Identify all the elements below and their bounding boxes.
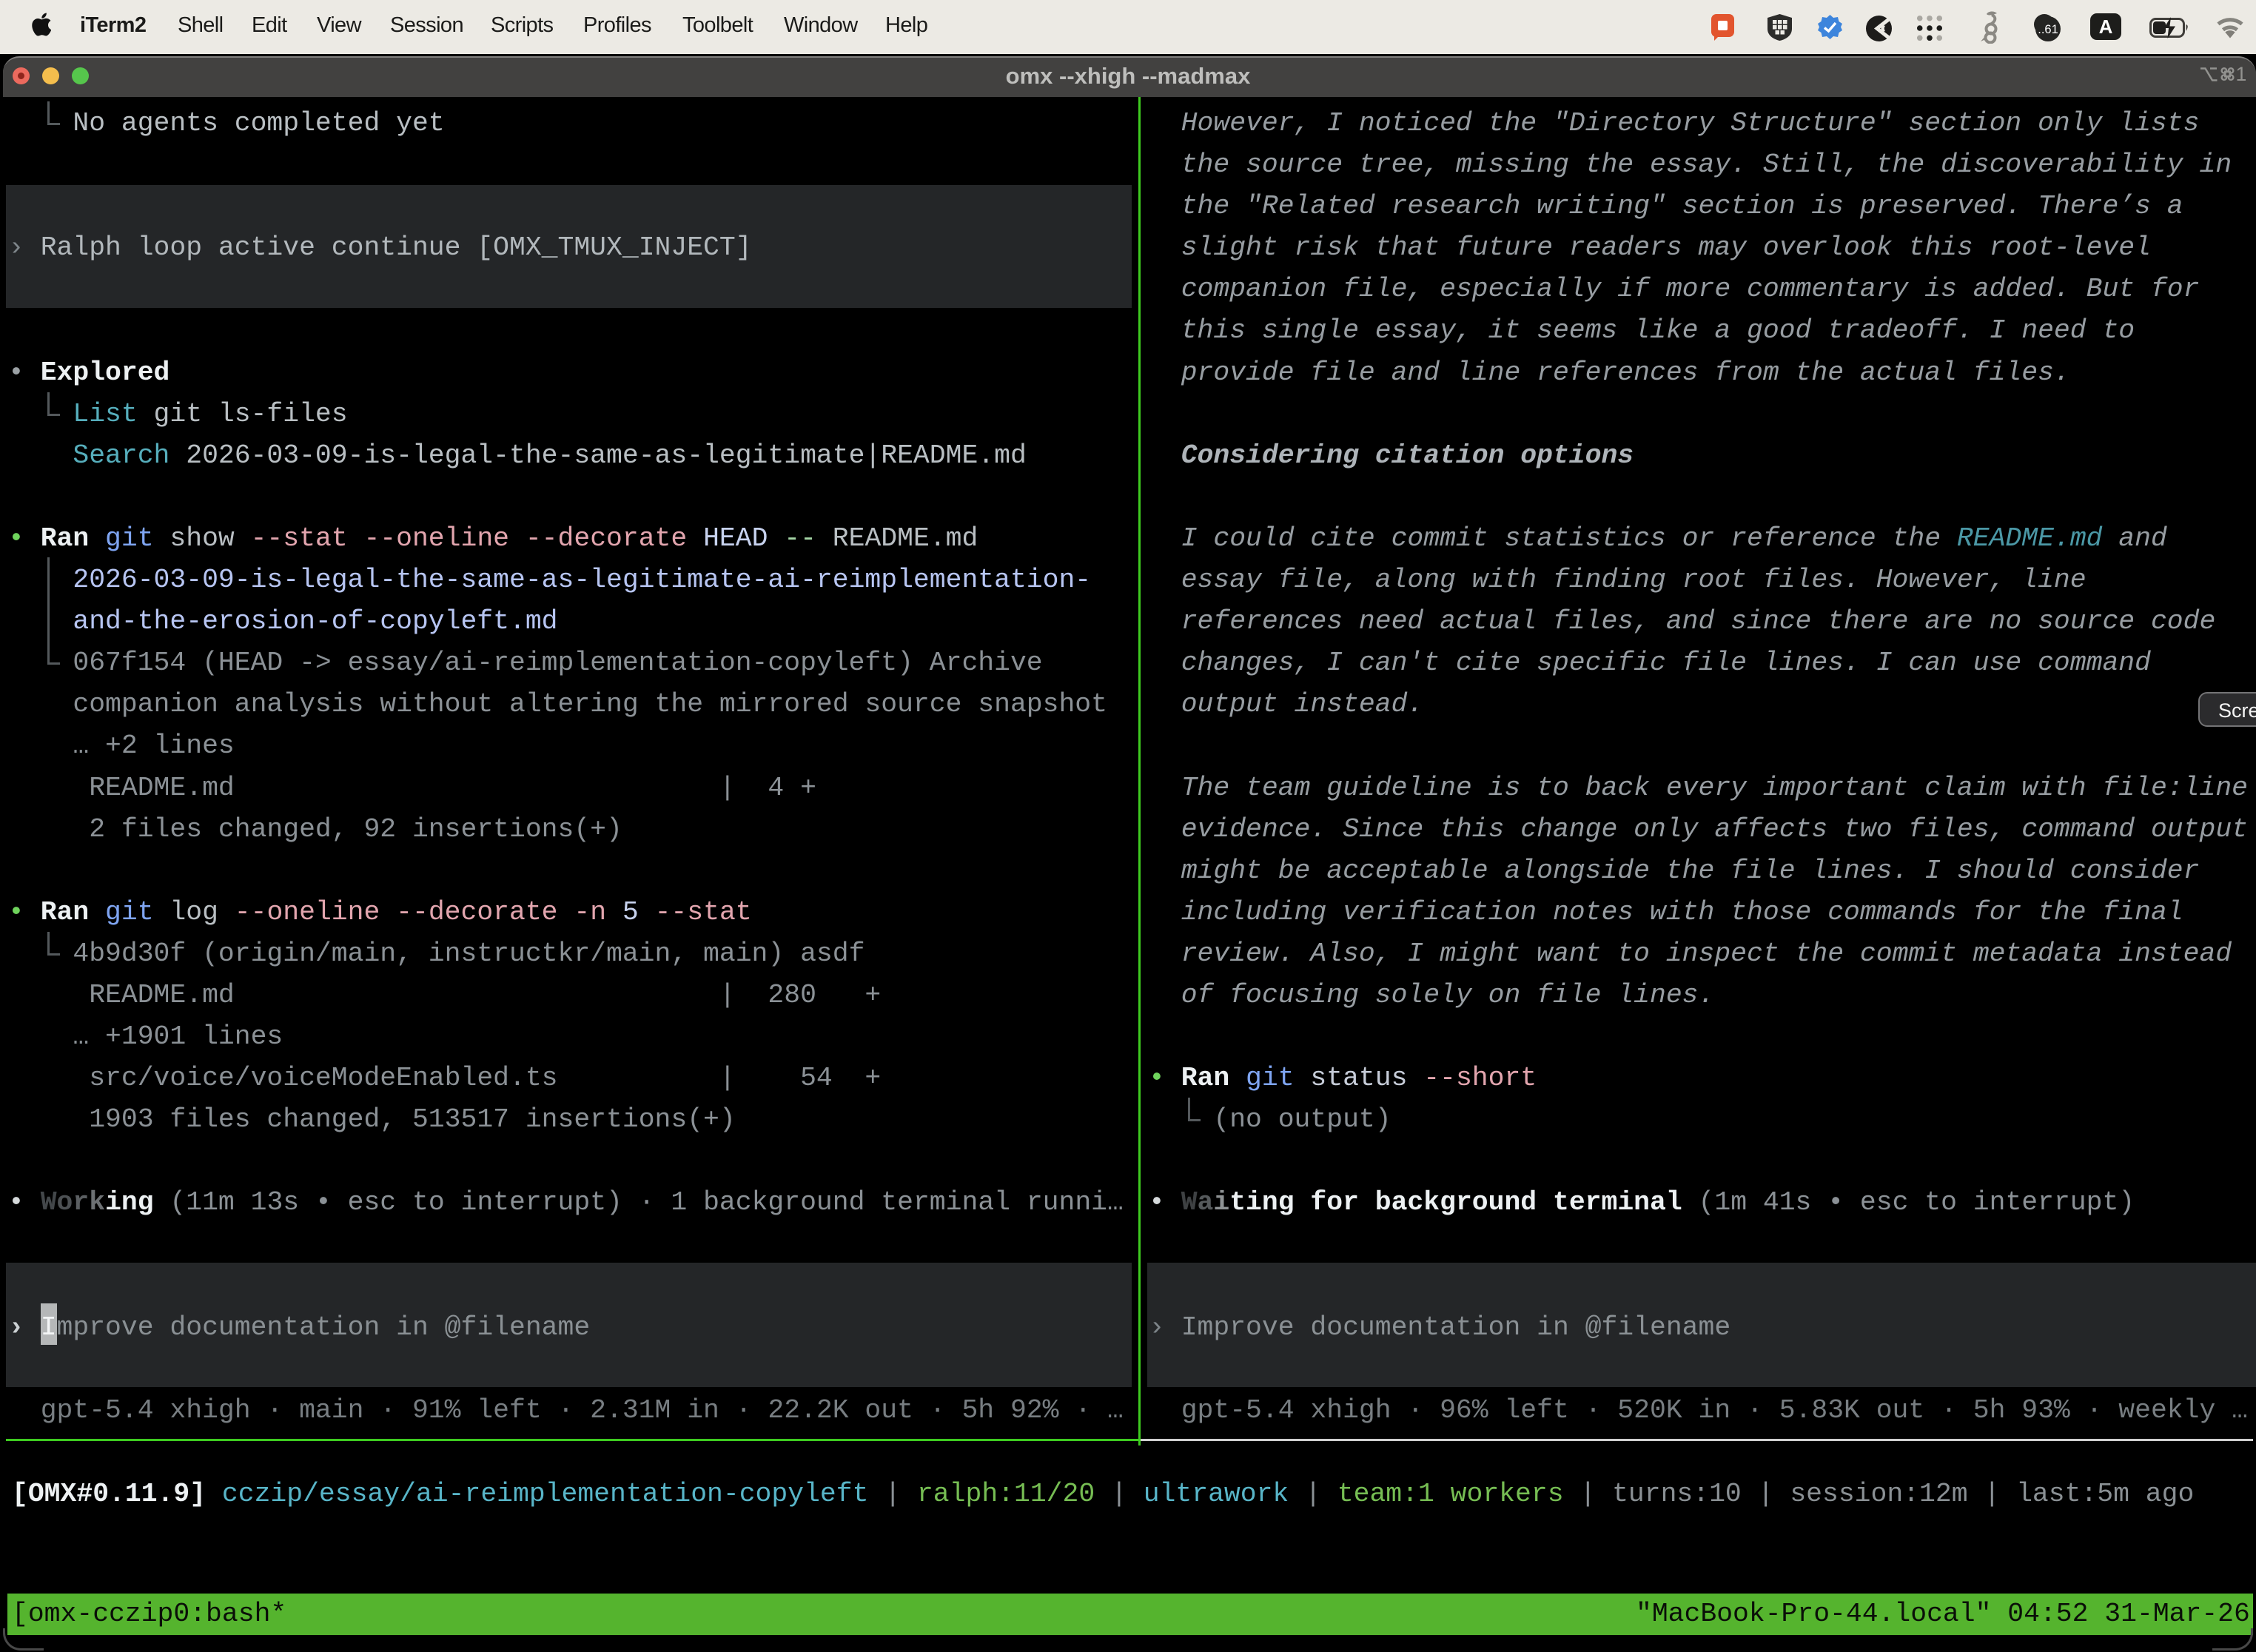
svg-text:1: 1 [2236, 66, 2246, 85]
svg-text:..61: ..61 [2038, 23, 2058, 36]
